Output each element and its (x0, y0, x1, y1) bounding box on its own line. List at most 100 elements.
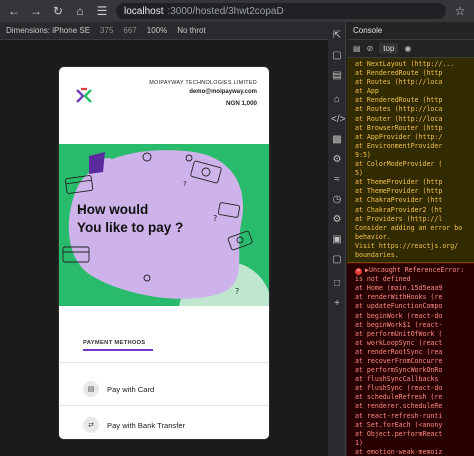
reload-icon[interactable]: ↻ (50, 4, 66, 18)
context-select[interactable]: top (379, 43, 399, 54)
console-line: at beginWork (react-do (355, 311, 443, 320)
console-line: 5) (355, 169, 363, 178)
console-line: at beginWork$1 (react- (355, 320, 443, 329)
dimensions-select[interactable]: Dimensions: iPhone SE (6, 26, 90, 35)
transfer-icon: ⇄ (83, 417, 99, 433)
clear-console-icon[interactable]: ⊘ (367, 44, 374, 53)
console-icon[interactable]: ▩ (331, 134, 343, 146)
console-line: at Routes (http://loca (355, 78, 443, 87)
address-bar[interactable]: localhost:3000/hosted/3hwt2copaD (116, 3, 446, 19)
url-host: localhost (124, 5, 164, 17)
console-line: at scheduleRefresh (re (355, 393, 443, 402)
console-line: at RenderedRoute (http (355, 96, 443, 105)
performance-icon[interactable]: ◷ (331, 194, 343, 206)
device-toggle-icon[interactable]: ▢ (331, 50, 343, 62)
console-line: at ChakraProvider2 (ht (355, 205, 443, 214)
application-icon[interactable]: ▣ (331, 234, 343, 246)
svg-text:?: ? (183, 180, 187, 188)
console-line: at ThemeProvider (http (355, 178, 443, 187)
merchant-email: demo@moipayway.com (189, 89, 257, 95)
error-message: × ▶Uncaught ReferenceError: is not defined… (347, 263, 474, 456)
console-line: 1) (355, 438, 363, 447)
browser-toolbar: ← → ↻ ⌂ ☰ localhost:3000/hosted/3hwt2cop… (0, 0, 474, 22)
moipayway-logo-icon (75, 87, 93, 105)
svg-text:?: ? (213, 214, 217, 223)
sources-icon[interactable]: ⚙ (331, 154, 343, 166)
device-toolbar: Dimensions: iPhone SE 375 667 100% No th… (0, 22, 328, 40)
warning-message: at NextLayout (http://... at RenderedRout… (347, 58, 474, 264)
bookmark-icon[interactable]: ☆ (452, 4, 468, 18)
console-line: 9:5) (355, 150, 371, 159)
console-line: at App (355, 87, 379, 96)
add-icon[interactable]: + (331, 298, 343, 310)
console-toolbar: ▤ ⊘ top ◉ (347, 40, 474, 58)
elements-icon[interactable]: </> (331, 114, 345, 126)
console-line: at renderRootSync (rea (355, 347, 443, 356)
device-frame: MOIPAYWAY TECHNOLOGIES LIMITED demo@moip… (58, 66, 270, 440)
home-icon[interactable]: ⌂ (72, 4, 88, 18)
svg-text:?: ? (235, 287, 239, 296)
console-line: at NextLayout (http://... (355, 60, 455, 68)
console-line: at emotion-weak-memoiz (355, 447, 443, 456)
width-field[interactable]: 375 (100, 26, 113, 35)
console-line: at performUnitOfWork ( (355, 329, 443, 338)
tune-icon[interactable]: ☰ (94, 4, 110, 18)
more-tools-icon[interactable]: □ (331, 278, 343, 290)
url-path: :3000/hosted/3hwt2copaD (167, 5, 284, 17)
console-line: at Object.performReact (355, 429, 443, 438)
inspect-icon[interactable]: ⇱ (331, 30, 343, 42)
zoom-select[interactable]: 100% (147, 26, 167, 35)
console-line: at Providers (http://l (355, 214, 443, 223)
method-label: Pay with Bank Transfer (107, 420, 186, 430)
payment-methods-panel: PAYMENT METHODS ▤ Pay with Card ⇄ Pay wi… (59, 306, 269, 439)
tab-payment-methods[interactable]: PAYMENT METHODS (83, 340, 145, 346)
error-icon: × (355, 268, 362, 276)
console-line: at ChakraProvider (htt (355, 196, 443, 205)
console-line: at Router (http://loca (355, 114, 443, 123)
hero-title: How would You like to pay ? (77, 201, 183, 237)
home-icon[interactable]: ⌂ (331, 94, 343, 106)
console-line: at performSyncWorkOnRo (355, 366, 443, 375)
merchant-info: MOIPAYWAY TECHNOLOGIES LIMITED demo@moip… (149, 79, 257, 144)
sidebar-toggle-icon[interactable]: ▤ (353, 44, 361, 53)
console-line: at AppProvider (http:/ (355, 132, 443, 141)
console-panel: Console ▤ ⊘ top ◉ at NextLayout (http://… (347, 22, 474, 456)
console-line: at ThemeProvider (http (355, 187, 443, 196)
console-line: Consider adding an error bo (355, 223, 463, 232)
method-label: Pay with Card (107, 384, 155, 394)
panel-icon[interactable]: ▤ (331, 70, 343, 82)
back-icon[interactable]: ← (6, 4, 22, 18)
console-line: × ▶Uncaught ReferenceError: (355, 266, 474, 276)
console-line: at Routes (http://loca (355, 105, 443, 114)
hero-title-line1: How would (77, 202, 149, 217)
console-line: at Set.forEach (<anony (355, 420, 443, 429)
console-line: at recoverFromConcurre (355, 357, 443, 365)
devtools-sidebar: ⇱ ▢ ▤ ⌂ </> ▩ ⚙ ≈ ◷ ⚙ ▣ ▢ □ + (328, 22, 346, 456)
network-icon[interactable]: ≈ (331, 174, 343, 186)
eye-icon[interactable]: ◉ (404, 44, 411, 53)
settings-icon[interactable]: ⚙ (331, 214, 343, 226)
console-line: at RenderedRoute (http (355, 69, 443, 78)
hero-title-line2: You like to pay ? (77, 220, 184, 235)
layers-icon[interactable]: ▢ (331, 254, 343, 266)
console-line: at BrowserRouter (http (355, 123, 443, 132)
console-line: at flushSyncCallbacks (355, 375, 439, 384)
height-field[interactable]: 667 (123, 26, 136, 35)
console-line: at react-refresh-runti (355, 411, 443, 420)
console-title[interactable]: Console (347, 22, 474, 40)
console-line: is not defined (355, 275, 411, 284)
console-line: at flushSync (react-do (355, 384, 443, 393)
console-line-text: ▶Uncaught ReferenceError: (365, 266, 465, 275)
forward-icon[interactable]: → (28, 4, 44, 18)
console-line: at updateFunctionCompo (355, 302, 443, 311)
console-line: at workLoopSync (react (355, 338, 443, 347)
console-line: at renderWithHooks (re (355, 293, 443, 302)
tab-underline (83, 349, 153, 351)
console-line: behavior. (355, 232, 391, 241)
throttle-select[interactable]: No throt (177, 26, 205, 35)
hero-banner: ? ? ? ? How would You like to pay ? (59, 144, 269, 306)
console-line: at ColorModeProvider ( (355, 160, 443, 169)
console-line: at Home (main.15d5eaa9 (355, 284, 443, 293)
pay-with-bank-transfer-button[interactable]: ⇄ Pay with Bank Transfer (83, 417, 185, 433)
pay-with-card-button[interactable]: ▤ Pay with Card (83, 381, 154, 397)
